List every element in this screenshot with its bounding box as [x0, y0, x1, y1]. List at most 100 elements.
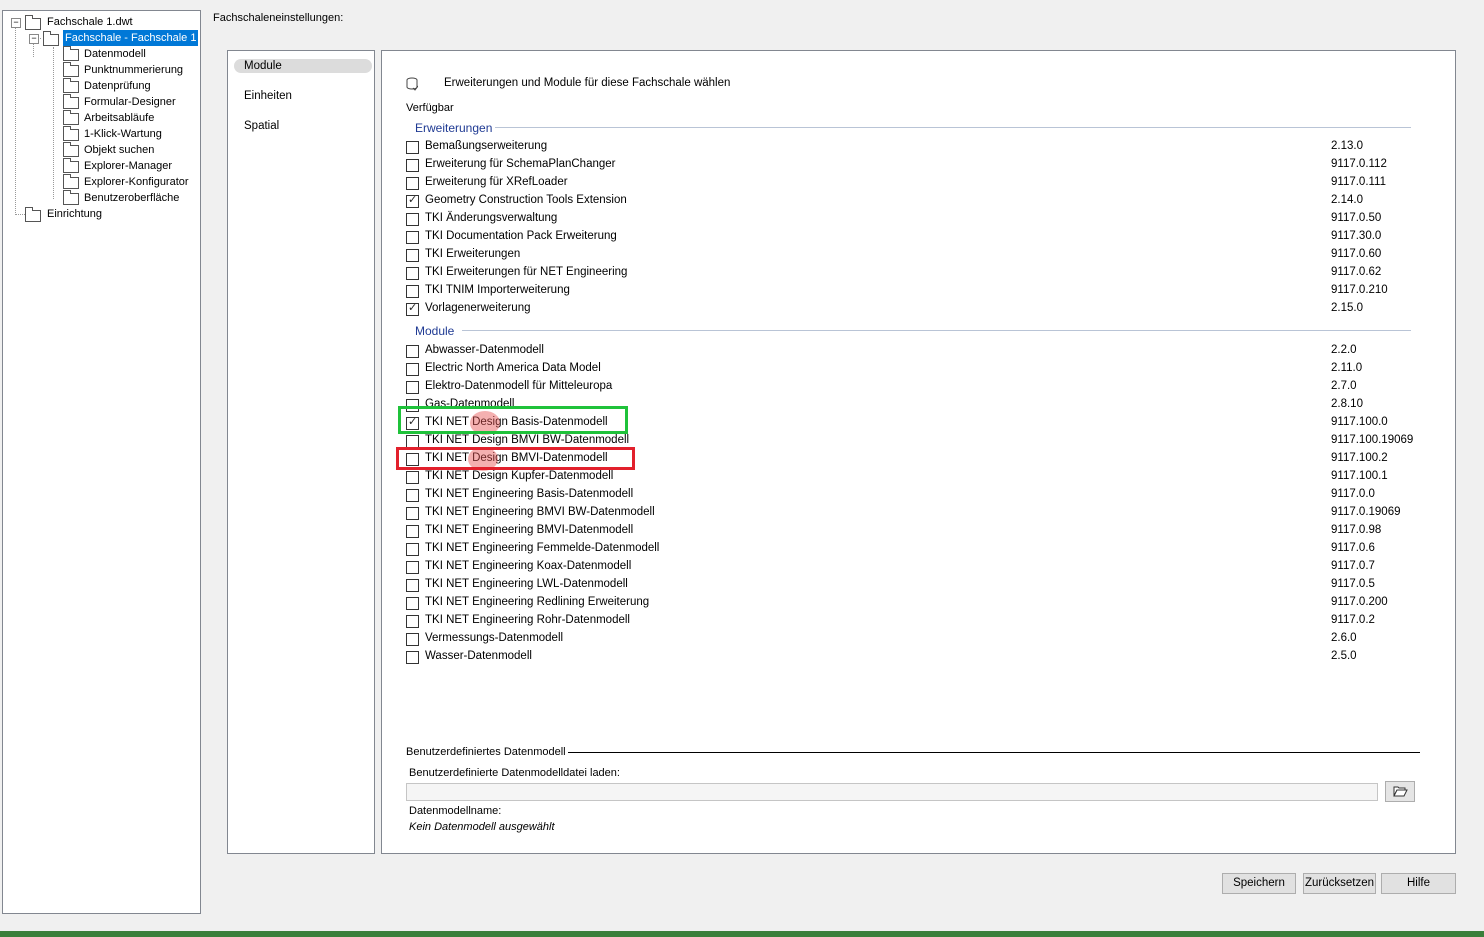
category-einheiten[interactable]: Einheiten — [234, 89, 372, 103]
tree-node-child[interactable]: Objekt suchen — [63, 142, 156, 158]
checkbox[interactable] — [406, 651, 419, 664]
tree-node-child[interactable]: Arbeitsabläufe — [63, 110, 156, 126]
collapse-icon[interactable]: − — [11, 18, 21, 28]
checkbox[interactable] — [406, 561, 419, 574]
settings-tree[interactable]: − Fachschale 1.dwt − Fachschale - Fachsc… — [2, 10, 201, 914]
item-name: TKI NET Engineering LWL-Datenmodell — [425, 578, 628, 590]
list-item[interactable]: TKI NET Engineering Femmelde-Datenmodell… — [406, 541, 1406, 559]
list-item[interactable]: Bemaßungserweiterung 2.13.0 — [406, 139, 1406, 157]
checkbox[interactable] — [406, 633, 419, 646]
checkbox[interactable] — [406, 363, 419, 376]
tree-node-child[interactable]: Explorer-Manager — [63, 158, 174, 174]
checkbox[interactable] — [406, 471, 419, 484]
checkbox[interactable] — [406, 489, 419, 502]
list-item[interactable]: Electric North America Data Model 2.11.0 — [406, 361, 1406, 379]
tree-line — [15, 25, 16, 215]
help-button[interactable]: Hilfe — [1381, 873, 1456, 894]
folder-icon — [63, 78, 79, 93]
tree-node-child[interactable]: Benutzeroberfläche — [63, 190, 181, 206]
section-title-module: Module — [415, 324, 455, 338]
item-version: 9117.0.60 — [1331, 248, 1382, 260]
list-item[interactable]: TKI NET Engineering LWL-Datenmodell 9117.… — [406, 577, 1406, 595]
tree-node-root[interactable]: − Fachschale 1.dwt — [11, 14, 135, 30]
list-item[interactable]: Vermessungs-Datenmodell 2.6.0 — [406, 631, 1406, 649]
tree-node-child[interactable]: Datenmodell — [63, 46, 148, 62]
item-name: Abwasser-Datenmodell — [425, 344, 544, 356]
section-divider — [495, 127, 1411, 128]
checkbox[interactable] — [406, 301, 419, 316]
checkbox[interactable] — [406, 213, 419, 226]
item-version: 2.7.0 — [1331, 380, 1357, 392]
item-version: 9117.100.19069 — [1331, 434, 1414, 446]
list-item[interactable]: TKI Änderungsverwaltung 9117.0.50 — [406, 211, 1406, 229]
tree-node-label: Formular-Designer — [84, 96, 176, 108]
list-item[interactable]: Erweiterung für SchemaPlanChanger 9117.0.… — [406, 157, 1406, 175]
list-item[interactable]: TKI NET Engineering Rohr-Datenmodell 9117… — [406, 613, 1406, 631]
list-item[interactable]: Wasser-Datenmodell 2.5.0 — [406, 649, 1406, 667]
list-item[interactable]: TKI TNIM Importerweiterung 9117.0.210 — [406, 283, 1406, 301]
category-list[interactable]: Module Einheiten Spatial — [227, 50, 375, 854]
item-version: 2.14.0 — [1331, 194, 1363, 206]
category-module[interactable]: Module — [234, 59, 372, 73]
tree-line — [53, 47, 54, 199]
tree-node-child[interactable]: Datenprüfung — [63, 78, 153, 94]
checkbox[interactable] — [406, 597, 419, 610]
folder-icon — [63, 126, 79, 141]
tree-node-fachschale[interactable]: − Fachschale - Fachschale 1 — [29, 29, 200, 47]
checkbox[interactable] — [406, 579, 419, 592]
list-item[interactable]: TKI NET Engineering Redlining Erweiterun… — [406, 595, 1406, 613]
checkbox[interactable] — [406, 285, 419, 298]
item-version: 9117.0.7 — [1331, 560, 1375, 572]
tree-node-child[interactable]: Formular-Designer — [63, 94, 178, 110]
checkbox[interactable] — [406, 159, 419, 172]
list-item[interactable]: Geometry Construction Tools Extension 2.1… — [406, 193, 1406, 211]
category-spatial[interactable]: Spatial — [234, 119, 372, 133]
list-item[interactable]: TKI NET Engineering BMVI BW-Datenmodell 9… — [406, 505, 1406, 523]
list-item[interactable]: TKI NET Engineering BMVI-Datenmodell 9117… — [406, 523, 1406, 541]
tree-node-child[interactable]: 1-Klick-Wartung — [63, 126, 164, 142]
item-name: TKI NET Engineering BMVI-Datenmodell — [425, 524, 634, 536]
checkbox[interactable] — [406, 231, 419, 244]
checkbox[interactable] — [406, 141, 419, 154]
database-icon — [406, 77, 418, 91]
checkbox[interactable] — [406, 381, 419, 394]
list-item[interactable]: TKI Documentation Pack Erweiterung 9117.3… — [406, 229, 1406, 247]
item-name: TKI Änderungsverwaltung — [425, 212, 558, 224]
checkbox[interactable] — [406, 345, 419, 358]
item-version: 9117.0.210 — [1331, 284, 1388, 296]
checkbox[interactable] — [406, 177, 419, 190]
tree-node-child[interactable]: Explorer-Konfigurator — [63, 174, 191, 190]
browse-button[interactable] — [1385, 781, 1415, 802]
folder-icon — [63, 46, 79, 61]
list-item[interactable]: TKI NET Design Kupfer-Datenmodell 9117.10… — [406, 469, 1406, 487]
custom-model-path-field[interactable] — [406, 783, 1378, 801]
item-version: 9117.0.5 — [1331, 578, 1375, 590]
save-button[interactable]: Speichern — [1222, 873, 1296, 894]
list-item[interactable]: Abwasser-Datenmodell 2.2.0 — [406, 343, 1406, 361]
list-item[interactable]: Vorlagenerweiterung 2.15.0 — [406, 301, 1406, 319]
item-version: 9117.100.2 — [1331, 452, 1388, 464]
item-version: 9117.0.200 — [1331, 596, 1388, 608]
item-version: 2.6.0 — [1331, 632, 1357, 644]
tree-node-child[interactable]: Punktnummerierung — [63, 62, 185, 78]
list-item[interactable]: TKI NET Engineering Koax-Datenmodell 9117… — [406, 559, 1406, 577]
list-item[interactable]: TKI Erweiterungen 9117.0.60 — [406, 247, 1406, 265]
checkbox[interactable] — [406, 525, 419, 538]
checkbox[interactable] — [406, 543, 419, 556]
list-item[interactable]: Elektro-Datenmodell für Mitteleuropa 2.7.… — [406, 379, 1406, 397]
checkbox[interactable] — [406, 267, 419, 280]
item-name: TKI NET Engineering Basis-Datenmodell — [425, 488, 634, 500]
checkbox[interactable] — [406, 193, 419, 208]
list-item[interactable]: TKI NET Engineering Basis-Datenmodell 911… — [406, 487, 1406, 505]
list-item[interactable]: Erweiterung für XRefLoader 9117.0.111 — [406, 175, 1406, 193]
tree-node-einrichtung[interactable]: Einrichtung — [25, 206, 104, 222]
model-name-label: Datenmodellname: — [409, 805, 502, 817]
checkbox[interactable] — [406, 615, 419, 628]
checkbox[interactable] — [406, 249, 419, 262]
reset-button[interactable]: Zurücksetzen — [1303, 873, 1376, 894]
item-version: 9117.0.112 — [1331, 158, 1387, 170]
collapse-icon[interactable]: − — [29, 34, 39, 44]
item-version: 9117.0.50 — [1331, 212, 1382, 224]
checkbox[interactable] — [406, 507, 419, 520]
list-item[interactable]: TKI Erweiterungen für NET Engineering 911… — [406, 265, 1406, 283]
